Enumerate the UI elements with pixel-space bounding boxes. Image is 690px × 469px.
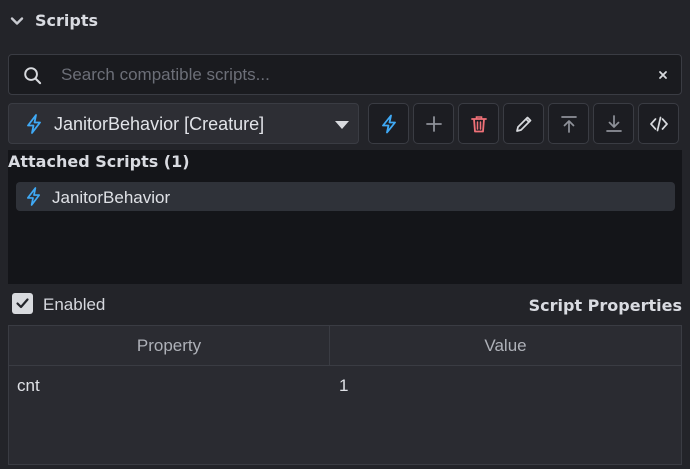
search-box[interactable]	[8, 54, 682, 95]
bolt-icon	[381, 114, 396, 133]
properties-table: Property Value cnt 1	[8, 325, 682, 465]
property-value-cell[interactable]: 1	[339, 376, 348, 396]
arrow-down-to-bottom-icon	[605, 114, 622, 132]
scripts-section-header[interactable]: Scripts	[0, 0, 690, 42]
attached-scripts-panel: Attached Scripts (1) JanitorBehavior	[8, 150, 682, 284]
script-select-dropdown[interactable]: JanitorBehavior [Creature]	[8, 103, 359, 144]
plus-icon	[425, 115, 442, 132]
enabled-checkbox[interactable]	[12, 293, 33, 314]
attached-script-label: JanitorBehavior	[52, 188, 171, 207]
chevron-down-icon[interactable]	[10, 14, 24, 28]
checkmark-icon	[16, 298, 29, 309]
add-script-button[interactable]	[413, 103, 454, 144]
bolt-icon	[26, 187, 41, 206]
delete-script-button[interactable]	[458, 103, 499, 144]
search-input[interactable]	[61, 61, 631, 89]
move-to-top-button[interactable]	[548, 103, 589, 144]
code-icon	[649, 116, 668, 131]
caret-down-icon	[335, 121, 349, 129]
arrow-up-to-top-icon	[560, 115, 577, 133]
column-header-value[interactable]: Value	[330, 326, 681, 366]
bolt-icon	[27, 114, 41, 134]
section-title: Scripts	[35, 11, 99, 30]
close-icon[interactable]	[655, 67, 671, 83]
attached-scripts-title: Attached Scripts (1)	[8, 152, 190, 171]
column-header-property[interactable]: Property	[9, 326, 330, 366]
enabled-label: Enabled	[43, 295, 106, 314]
search-icon	[24, 67, 42, 85]
edit-script-button[interactable]	[503, 103, 544, 144]
view-code-button[interactable]	[638, 103, 679, 144]
table-header-row: Property Value	[9, 326, 681, 366]
trash-icon	[470, 115, 487, 132]
pencil-icon	[515, 116, 531, 132]
property-name-cell: cnt	[17, 376, 40, 395]
dropdown-selected-value: JanitorBehavior [Creature]	[54, 114, 265, 134]
script-bolt-button[interactable]	[368, 103, 409, 144]
attached-script-item[interactable]: JanitorBehavior	[16, 182, 675, 211]
script-properties-title: Script Properties	[528, 296, 682, 315]
move-to-bottom-button[interactable]	[593, 103, 634, 144]
